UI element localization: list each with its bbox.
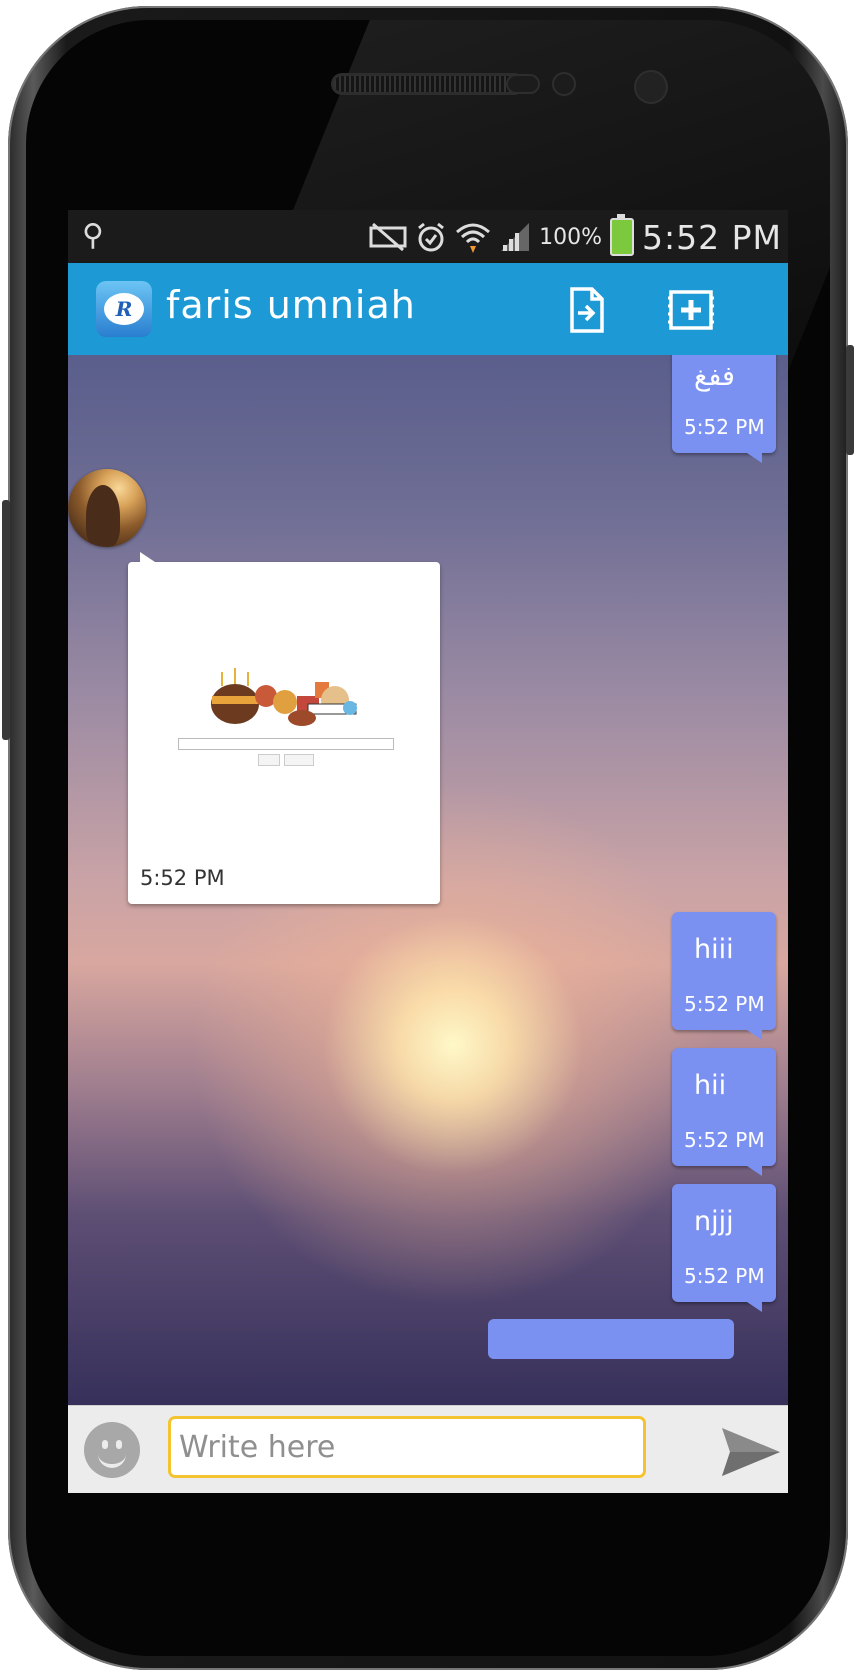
outgoing-message[interactable]: ففغ 5:52 PM [672, 355, 776, 463]
thumbnail-search-box [178, 738, 394, 750]
battery-icon [610, 214, 635, 256]
message-time: 5:52 PM [684, 992, 765, 1016]
status-time: 5:52 PM [642, 217, 782, 257]
status-bar: ⚲ 100% 5:52 PM [68, 210, 788, 263]
outgoing-message[interactable]: hiii 5:52 PM [672, 912, 776, 1040]
send-icon[interactable] [718, 1424, 782, 1480]
outgoing-message[interactable]: hii 5:52 PM [672, 1048, 776, 1176]
battery-percent: 100% [539, 224, 603, 250]
avatar-photo [86, 485, 120, 547]
message-text: njjj [694, 1206, 734, 1237]
status-icons: 100% 5:52 PM [369, 214, 782, 258]
message-time: 5:52 PM [140, 866, 225, 890]
earpiece-speaker [334, 76, 522, 92]
thumbnail-button [258, 754, 280, 766]
message-text: ففغ [694, 361, 735, 392]
emoji-eye [116, 1440, 122, 1449]
volume-button [2, 500, 10, 740]
usb-icon: ⚲ [82, 218, 104, 253]
message-time: 5:52 PM [684, 415, 765, 439]
export-icon[interactable] [562, 285, 612, 335]
light-sensor [554, 74, 574, 94]
message-text: hii [694, 1070, 727, 1101]
contact-avatar[interactable] [68, 469, 146, 547]
thumbnail-button [284, 754, 314, 766]
message-input[interactable] [168, 1416, 646, 1478]
message-text: hiii [694, 934, 734, 965]
emoji-eye [102, 1440, 108, 1449]
outgoing-message[interactable]: njjj 5:52 PM [672, 1184, 776, 1312]
emoji-mouth [98, 1450, 126, 1468]
front-camera [636, 72, 666, 102]
add-media-icon[interactable] [666, 285, 716, 335]
contact-name-title: faris umniah [166, 283, 416, 327]
message-time: 5:52 PM [684, 1264, 765, 1288]
message-composer [68, 1405, 788, 1493]
wifi-icon [456, 223, 491, 253]
incoming-image-message[interactable]: 5:52 PM [128, 552, 440, 904]
power-button [846, 345, 854, 455]
phone-screen: ⚲ 100% 5:52 PM R faris umniah ففغ 5:52 P… [68, 210, 788, 1493]
message-time: 5:52 PM [684, 1128, 765, 1152]
app-bar: R faris umniah [68, 263, 788, 355]
mute-icon [369, 222, 407, 252]
proximity-sensor [508, 76, 538, 92]
chat-area[interactable]: ففغ 5:52 PM 5:52 PM hiii 5:52 PM hii 5:5… [68, 355, 788, 1405]
shared-image-thumbnail[interactable] [200, 662, 370, 732]
alarm-icon [418, 222, 445, 252]
app-logo-icon: R [96, 281, 152, 337]
app-logo-letter: R [104, 293, 144, 325]
signal-icon [501, 223, 530, 251]
outgoing-message-partial[interactable] [488, 1319, 734, 1359]
emoji-icon[interactable] [84, 1422, 140, 1478]
